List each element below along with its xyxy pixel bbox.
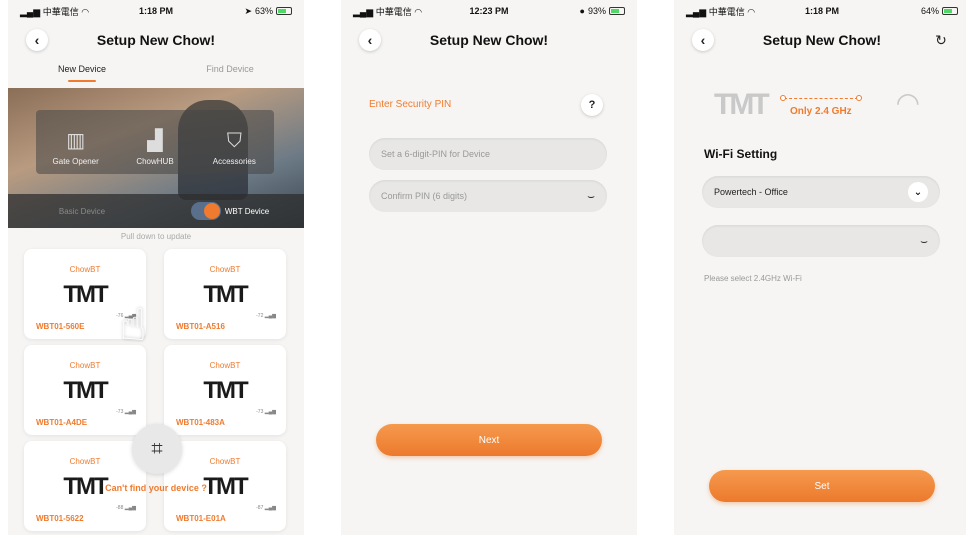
carrier-label: ▂▄▆ 中華電信 ◠ <box>20 6 90 17</box>
wifi-password-input[interactable]: ⌣ <box>702 225 940 257</box>
device-brand: ChowBT <box>209 361 241 370</box>
phone-screen-wifi-setting: ▂▄▆ 中華電信 ◠ 1:18 PM 64% ‹ Setup New Chow!… <box>674 0 966 535</box>
pull-to-refresh-hint: Pull down to update <box>120 232 192 241</box>
accessory-categories: ▥ Gate Opener ▟ ChowHUB ⛉ Accessories <box>36 110 274 174</box>
device-name: WBT01-A516 <box>176 322 225 331</box>
question-icon: ? <box>588 99 596 111</box>
nav-bar: ‹ Setup New Chow! <box>8 26 304 56</box>
refresh-icon: ↻ <box>935 31 947 48</box>
connection-line <box>784 98 858 99</box>
device-name: WBT01-5622 <box>36 514 84 523</box>
tmt-logo-icon: TMT <box>203 377 248 404</box>
phone-screen-security-pin: ▂▄▆ 中華電信 ◠ 12:23 PM ● 93% ‹ Setup New Ch… <box>341 0 637 535</box>
page-title: Setup New Chow! <box>429 32 549 48</box>
pin-input[interactable]: Set a 6-digit-PIN for Device <box>369 138 607 170</box>
wifi-icon: ◠ <box>895 87 920 118</box>
device-brand: ChowBT <box>69 361 101 370</box>
carrier-label: ▂▄▆ 中華電信 ◠ <box>353 6 423 17</box>
device-brand: ChowBT <box>209 265 241 274</box>
next-button[interactable]: Next <box>376 424 602 456</box>
basic-device-label[interactable]: Basic Device <box>8 207 156 216</box>
tab-new-device[interactable]: New Device <box>8 64 156 86</box>
help-button[interactable]: ? <box>581 94 603 116</box>
page-title: Setup New Chow! <box>96 32 216 48</box>
tmt-logo-icon: TMT <box>63 377 108 404</box>
battery-icon <box>276 7 292 15</box>
device-name: WBT01-E01A <box>176 514 226 523</box>
signal-strength: -72 ▂▄▆ <box>256 313 276 319</box>
category-chowhub[interactable]: ▟ ChowHUB <box>115 110 194 174</box>
page-title: Setup New Chow! <box>762 32 882 48</box>
qr-code-icon: ⌗ <box>151 437 163 460</box>
status-bar: ▂▄▆ 中華電信 ◠ 1:18 PM 64% <box>674 0 966 22</box>
device-brand: ChowBT <box>69 265 101 274</box>
device-card[interactable]: ChowBT TMT -72 ▂▄▆ WBT01-A516 <box>164 249 286 339</box>
band-label: Only 2.4 GHz <box>790 106 852 117</box>
wifi-network-select[interactable]: Powertech - Office ⌄ <box>702 176 940 208</box>
security-pin-heading: Enter Security PIN <box>369 99 452 110</box>
device-name: WBT01-A4DE <box>36 418 88 427</box>
cant-find-device-link[interactable]: Can't find your device ? <box>8 483 304 493</box>
battery-indicator: ➤ 63% <box>244 6 292 17</box>
battery-icon <box>942 7 958 15</box>
status-bar: ▂▄▆ 中華電信 ◠ 1:18 PM ➤ 63% <box>8 0 304 22</box>
category-accessories[interactable]: ⛉ Accessories <box>195 110 274 174</box>
tap-hand-icon: ☝ <box>120 301 147 350</box>
category-gate-opener[interactable]: ▥ Gate Opener <box>36 110 115 174</box>
device-card[interactable]: ChowBT TMT -73 ▂▄▆ WBT01-A4DE <box>24 345 146 435</box>
signal-strength: -73 ▂▄▆ <box>256 409 276 415</box>
device-brand: ChowBT <box>69 457 101 466</box>
battery-indicator: ● 93% <box>580 6 625 16</box>
refresh-button[interactable]: ↻ <box>930 29 952 51</box>
device-mode-bar: Basic Device WBT Device <box>8 194 304 228</box>
connection-dot <box>856 95 862 101</box>
nav-bar: ‹ Setup New Chow! <box>341 26 637 56</box>
tmt-logo-icon: TMT <box>203 281 248 308</box>
device-brand: ChowBT <box>209 457 241 466</box>
eye-closed-icon[interactable]: ⌣ <box>587 189 595 204</box>
device-card[interactable]: ChowBT TMT -73 ▂▄▆ WBT01-483A <box>164 345 286 435</box>
phone-screen-device-list: ▂▄▆ 中華電信 ◠ 1:18 PM ➤ 63% ‹ Setup New Cho… <box>8 0 304 535</box>
wbt-device-switch[interactable]: WBT Device <box>156 202 304 220</box>
device-name: WBT01-560E <box>36 322 85 331</box>
device-mode-toggle[interactable] <box>190 202 221 220</box>
tab-find-device[interactable]: Find Device <box>156 64 304 86</box>
status-bar: ▂▄▆ 中華電信 ◠ 12:23 PM ● 93% <box>341 0 637 22</box>
battery-icon <box>609 7 625 15</box>
shield-icon: ⛉ <box>226 130 242 152</box>
device-tabs: New Device Find Device <box>8 64 304 86</box>
signal-strength: -87 ▂▄▆ <box>256 505 276 511</box>
battery-indicator: 64% <box>921 6 958 16</box>
hero-banner: ▥ Gate Opener ▟ ChowHUB ⛉ Accessories Ba… <box>8 88 304 228</box>
hub-icon: ▟ <box>147 130 163 152</box>
device-name: WBT01-483A <box>176 418 225 427</box>
connection-dot <box>780 95 786 101</box>
wifi-setting-heading: Wi-Fi Setting <box>704 147 778 161</box>
set-button[interactable]: Set <box>709 470 935 502</box>
qr-scan-button[interactable]: ⌗ <box>132 424 182 474</box>
confirm-pin-input[interactable]: Confirm PIN (6 digits) ⌣ <box>369 180 607 212</box>
eye-closed-icon[interactable]: ⌣ <box>920 234 928 249</box>
signal-strength: -88 ▂▄▆ <box>116 505 136 511</box>
tmt-logo-icon: TMT <box>714 88 770 121</box>
wifi-hint: Please select 2.4GHz Wi-Fi <box>704 274 802 283</box>
wifi-band-banner: TMT Only 2.4 GHz ◠ <box>714 86 924 126</box>
carrier-label: ▂▄▆ 中華電信 ◠ <box>686 6 756 17</box>
signal-strength: -73 ▂▄▆ <box>116 409 136 415</box>
nav-bar: ‹ Setup New Chow! ↻ <box>674 26 966 56</box>
chevron-down-icon: ⌄ <box>908 182 928 202</box>
gate-icon: ▥ <box>66 130 86 152</box>
